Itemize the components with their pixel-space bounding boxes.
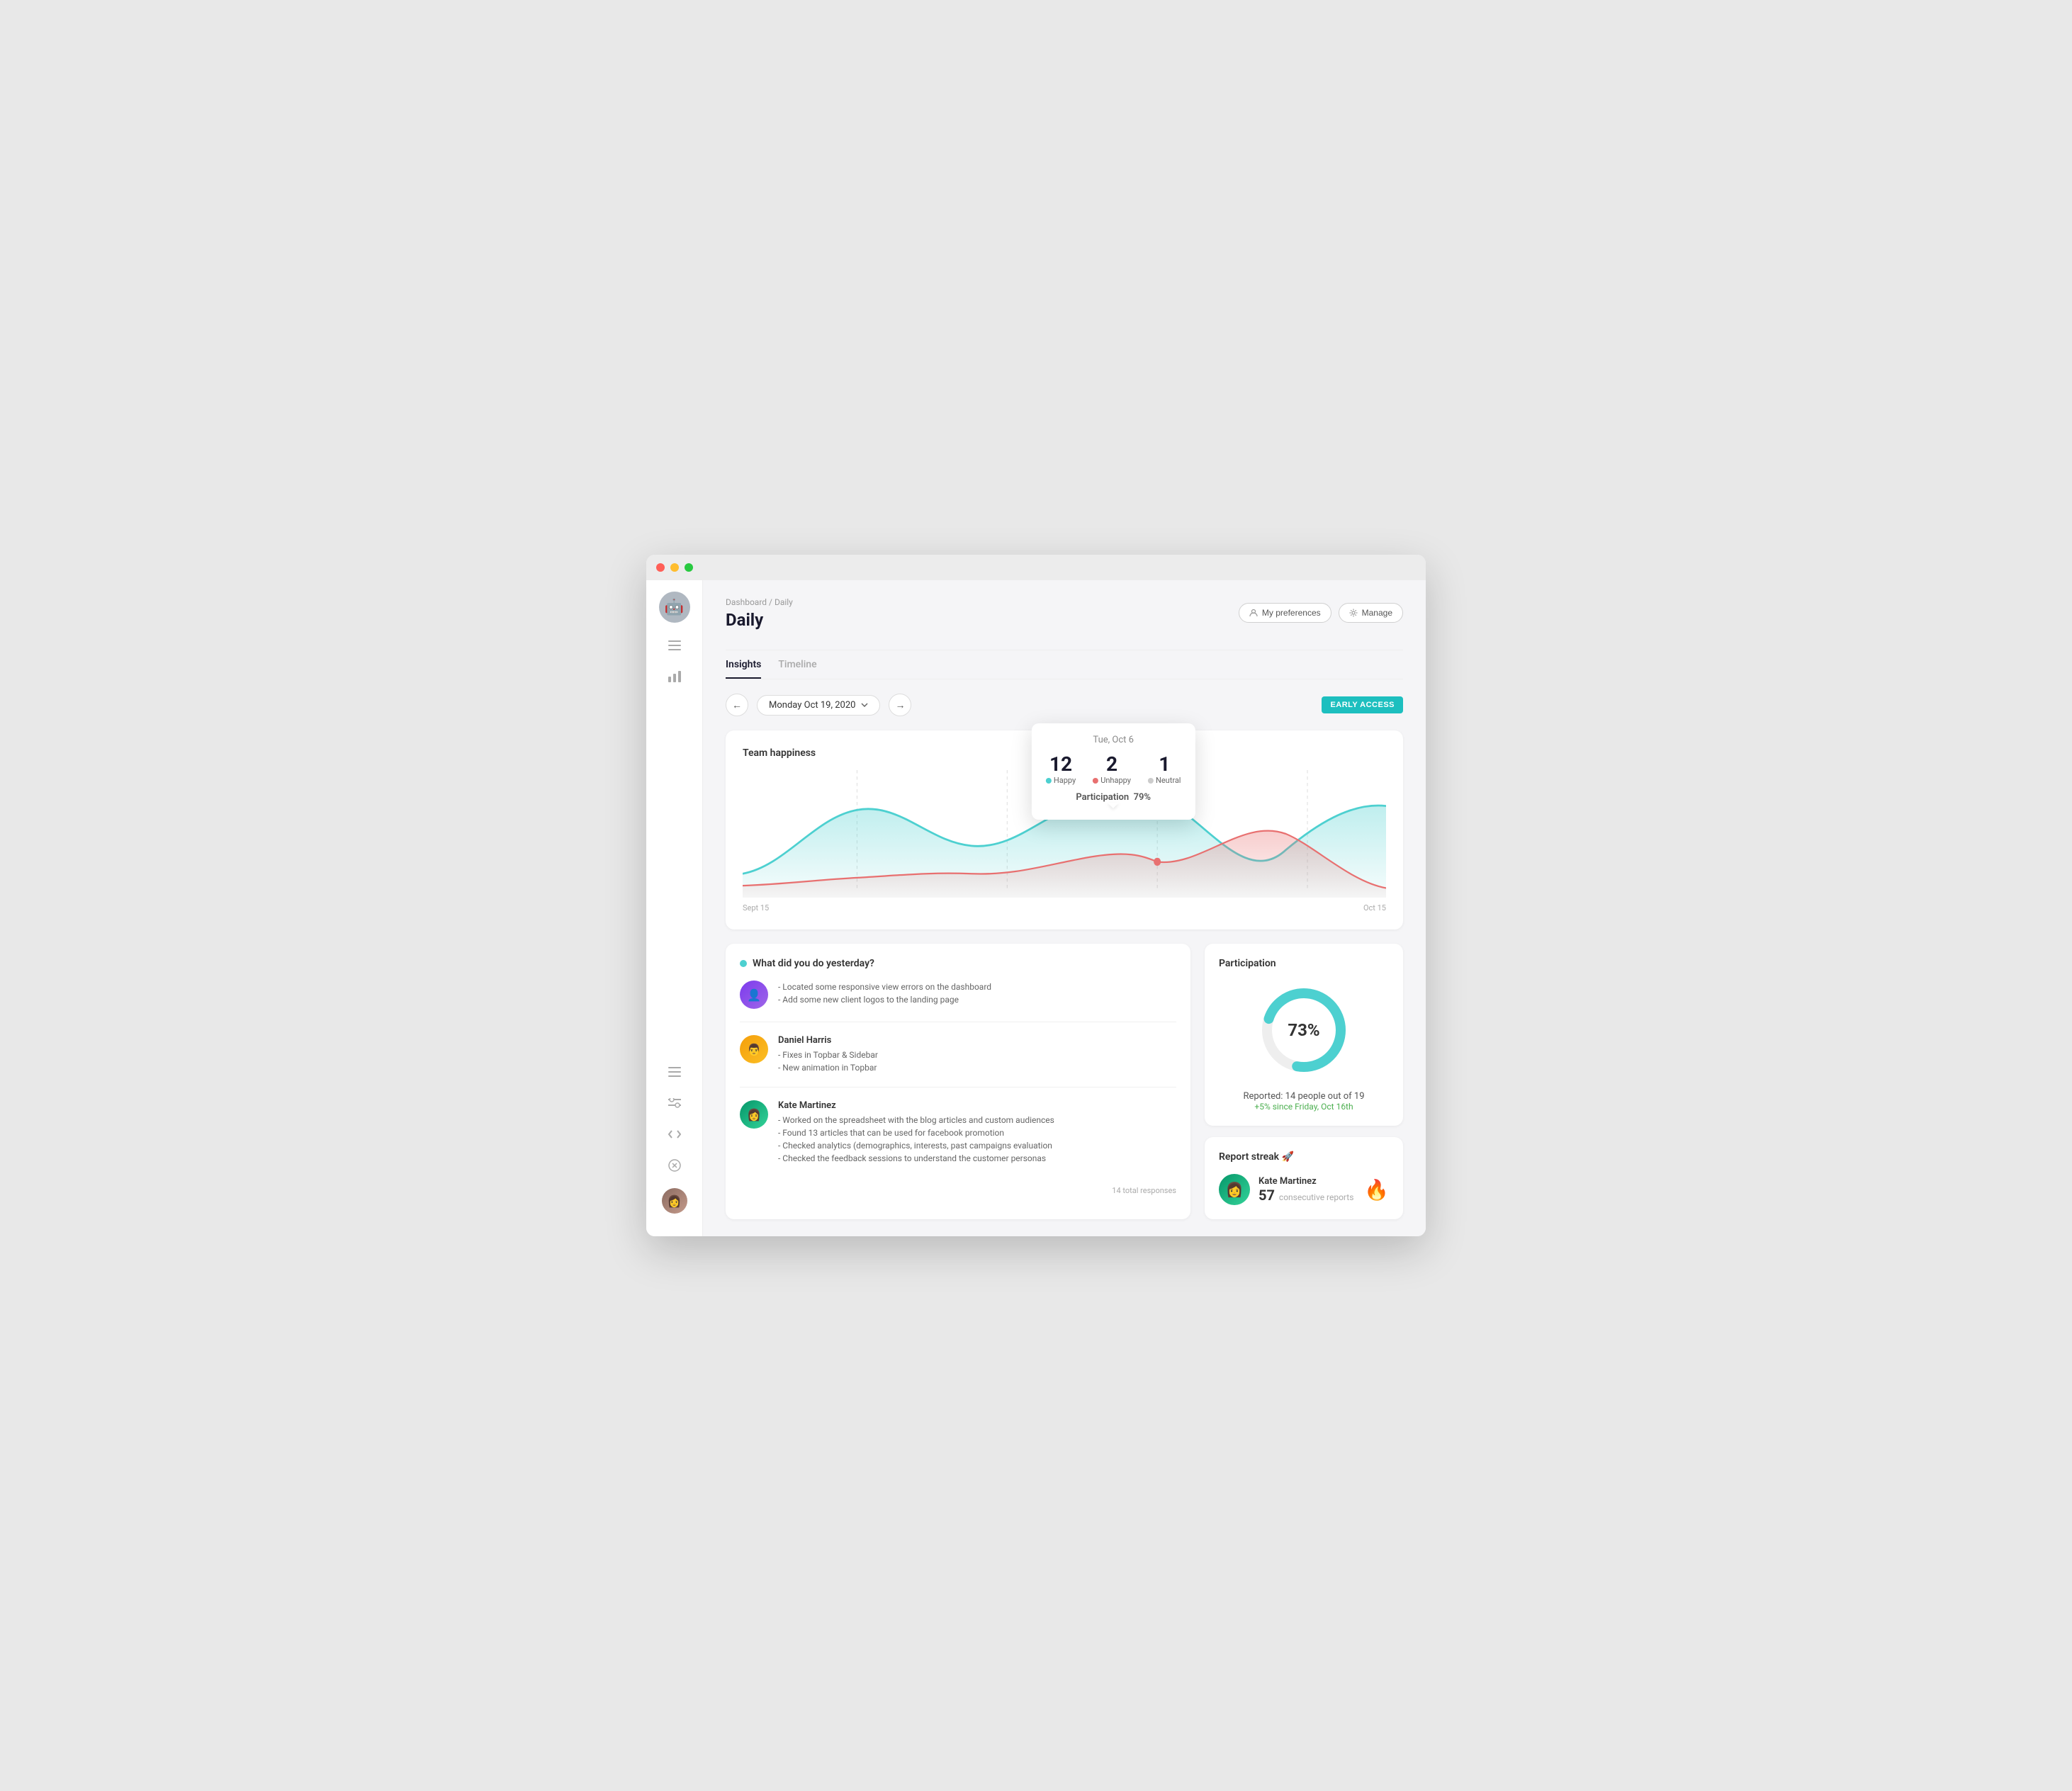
tab-insights[interactable]: Insights: [726, 659, 761, 679]
donut-label: 73%: [1288, 1020, 1319, 1040]
chevron-down-icon: [861, 703, 868, 707]
sidebar-icon-lines[interactable]: [666, 1063, 683, 1080]
sidebar-icon-chart[interactable]: [666, 668, 683, 685]
tooltip-happy: 12 Happy: [1046, 752, 1076, 785]
unhappy-dot: [1093, 778, 1098, 784]
tooltip-stats: 12 Happy 2 Unhappy: [1046, 752, 1181, 785]
next-date-button[interactable]: →: [889, 694, 911, 716]
tooltip-neutral: 1 Neutral: [1148, 752, 1181, 785]
streak-title: Report streak 🚀: [1219, 1151, 1389, 1163]
tooltip-participation: Participation 79%: [1046, 792, 1181, 803]
streak-item: 👩 Kate Martinez 57 consecutive reports 🔥: [1219, 1174, 1389, 1205]
chart-card: Team happiness Tue, Oct 6 12 Happy: [726, 730, 1403, 930]
minimize-button[interactable]: [670, 563, 679, 572]
participation-card: Participation 73%: [1205, 944, 1403, 1126]
list-item: 👨 Daniel Harris - Fixes in Topbar & Side…: [740, 1035, 1176, 1087]
manage-button[interactable]: Manage: [1339, 603, 1403, 623]
page-title: Daily: [726, 610, 793, 630]
prev-date-button[interactable]: ←: [726, 694, 748, 716]
list-item: 👩 Kate Martinez - Worked on the spreadsh…: [740, 1100, 1176, 1177]
participation-change: +5% since Friday, Oct 16th: [1219, 1102, 1389, 1112]
participation-title: Participation: [1219, 958, 1389, 969]
feed-dot: [740, 960, 747, 967]
maximize-button[interactable]: [685, 563, 693, 572]
list-item: 👤 - Located some responsive view errors …: [740, 981, 1176, 1022]
main-window: 🤖: [646, 555, 1426, 1236]
happy-dot: [1046, 778, 1052, 784]
app-body: 🤖: [646, 580, 1426, 1236]
sidebar-icon-menu[interactable]: [666, 637, 683, 654]
sidebar-icon-code[interactable]: [666, 1126, 683, 1143]
cursor-dot: [1154, 858, 1161, 866]
avatar: 👤: [740, 981, 768, 1009]
preferences-button[interactable]: My preferences: [1239, 603, 1331, 623]
avatar-robot: 🤖: [659, 592, 690, 623]
header-row: Dashboard / Daily Daily My preferences: [726, 597, 1403, 641]
streak-fire-icon: 🔥: [1364, 1178, 1389, 1202]
tooltip-unhappy: 2 Unhappy: [1093, 752, 1131, 785]
sidebar-bottom: 👩: [662, 1063, 687, 1225]
feed-footer: 14 total responses: [740, 1186, 1176, 1195]
date-selector[interactable]: Monday Oct 19, 2020: [757, 695, 880, 716]
participation-info: Reported: 14 people out of 19 +5% since …: [1219, 1091, 1389, 1112]
tooltip-card: Tue, Oct 6 12 Happy 2: [1032, 723, 1195, 820]
early-access-button[interactable]: EARLY ACCESS: [1322, 696, 1403, 713]
streak-info: Kate Martinez 57 consecutive reports: [1259, 1176, 1356, 1204]
neutral-dot: [1148, 778, 1154, 784]
donut-chart: 73%: [1254, 981, 1353, 1080]
sidebar: 🤖: [646, 580, 703, 1236]
sidebar-icon-adjust[interactable]: [666, 1095, 683, 1112]
feed-card: What did you do yesterday? 👤 - Located s…: [726, 944, 1190, 1219]
breadcrumb: Dashboard / Daily: [726, 597, 793, 607]
header-right: My preferences Manage: [1239, 603, 1403, 623]
main-content: Dashboard / Daily Daily My preferences: [703, 580, 1426, 1236]
donut-container: 73%: [1219, 981, 1389, 1080]
tab-timeline[interactable]: Timeline: [778, 659, 816, 679]
user-avatar[interactable]: 👩: [662, 1188, 687, 1214]
person-icon: [1249, 609, 1258, 617]
avatar: 👨: [740, 1035, 768, 1063]
close-button[interactable]: [656, 563, 665, 572]
header-left: Dashboard / Daily Daily: [726, 597, 793, 641]
gear-icon: [1349, 609, 1358, 617]
titlebar: [646, 555, 1426, 580]
bottom-grid: What did you do yesterday? 👤 - Located s…: [726, 944, 1403, 1219]
right-col: Participation 73%: [1205, 944, 1403, 1219]
streak-avatar: 👩: [1219, 1174, 1250, 1205]
tabs: Insights Timeline: [726, 659, 1403, 679]
date-nav: ← Monday Oct 19, 2020 → EARLY ACCESS: [726, 694, 1403, 716]
sidebar-icon-circle-x[interactable]: [666, 1157, 683, 1174]
tooltip-arrow: [1108, 803, 1119, 808]
feed-title: What did you do yesterday?: [740, 958, 1176, 969]
tooltip-date: Tue, Oct 6: [1046, 735, 1181, 745]
feed-scroll-area[interactable]: 👤 - Located some responsive view errors …: [740, 981, 1179, 1177]
streak-card: Report streak 🚀 👩 Kate Martinez 57 conse…: [1205, 1137, 1403, 1219]
chart-dates: Sept 15 Oct 15: [743, 903, 1386, 913]
avatar: 👩: [740, 1100, 768, 1129]
